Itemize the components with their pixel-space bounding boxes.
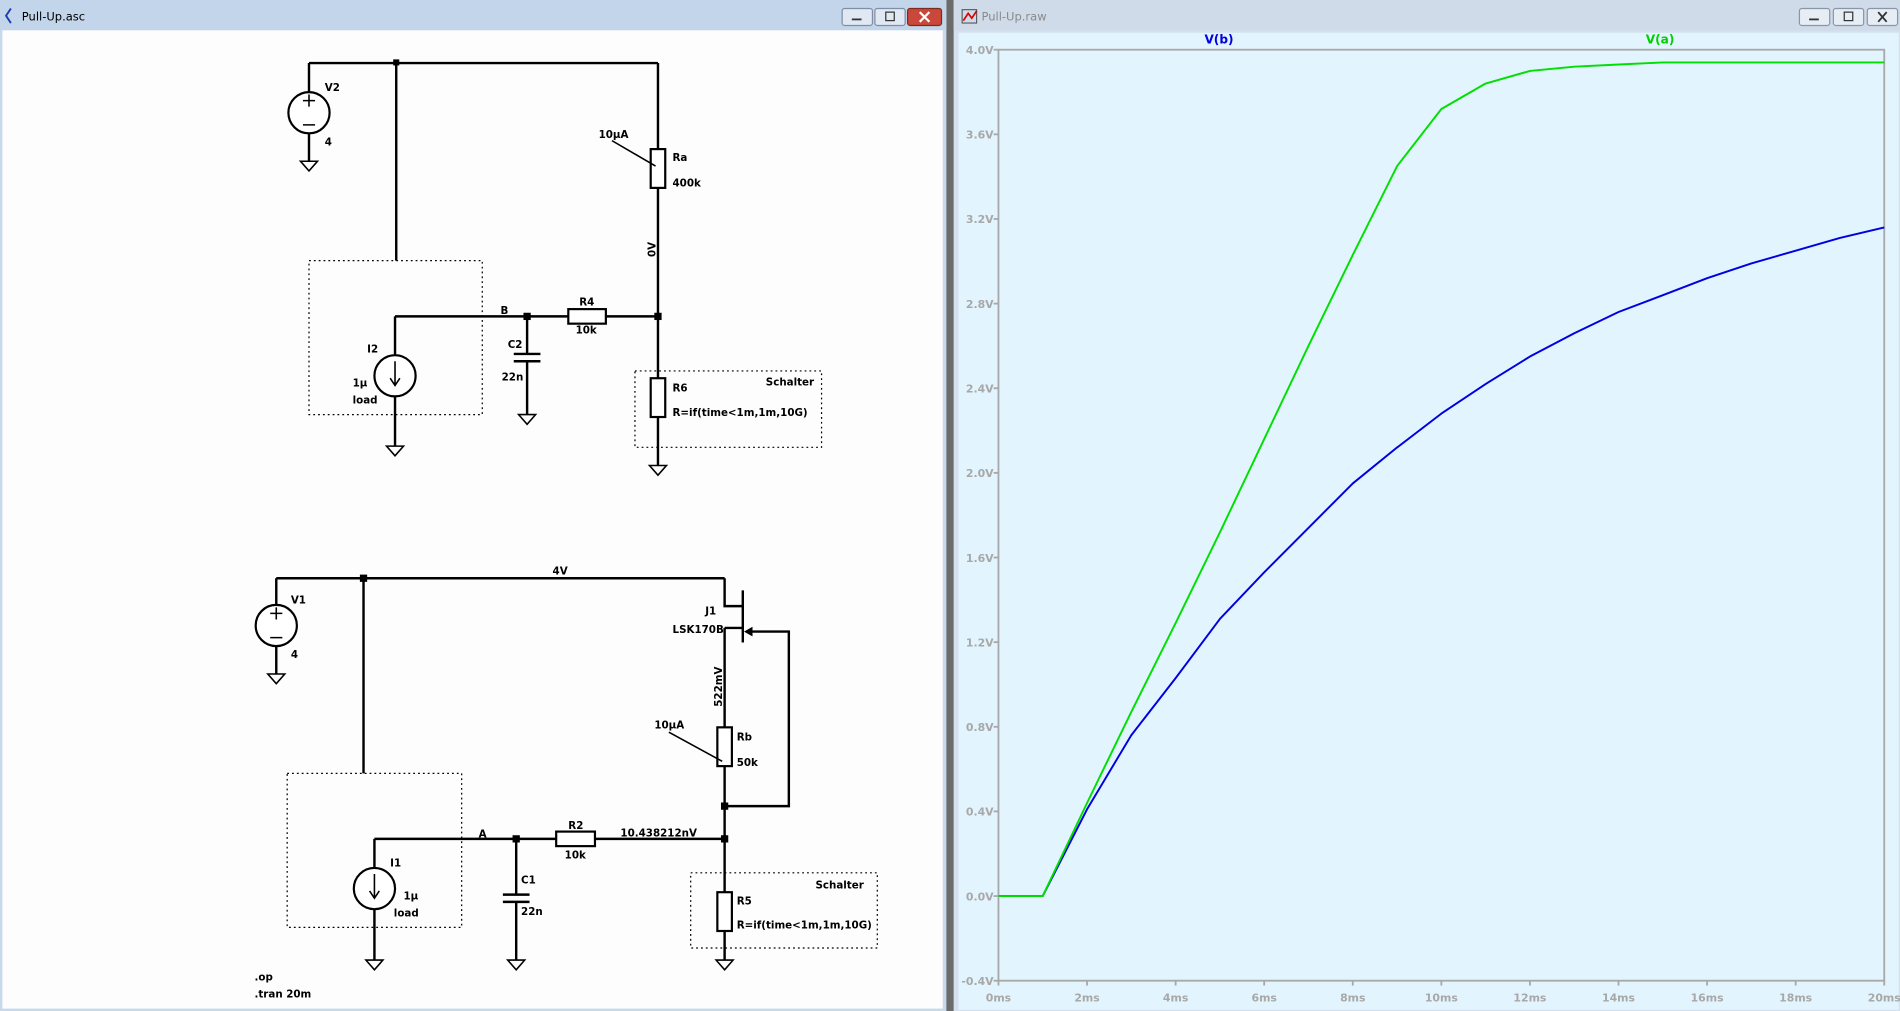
node-a-label: A: [479, 829, 487, 841]
r5-value: R=if(time<1m,1m,10G): [737, 920, 872, 932]
switch-label: Schalter: [815, 880, 864, 892]
desktop: Pull-Up.asc V2 4 I2 1µ load B C2 22n R4 …: [0, 0, 1900, 1011]
close-button[interactable]: [1866, 7, 1899, 27]
junction-dot: [720, 835, 729, 843]
switch-label: Schalter: [766, 376, 815, 388]
x-tick-label: 8ms: [1340, 991, 1365, 1004]
y-tick-label: 4.0V: [966, 44, 994, 57]
restore-button[interactable]: [874, 7, 906, 27]
y-tick-label: -0.4V: [961, 975, 994, 988]
minimize-button[interactable]: [1798, 7, 1831, 27]
r2-resistor[interactable]: [555, 830, 597, 848]
i2-current-source[interactable]: [373, 354, 417, 398]
restore-button[interactable]: [1832, 7, 1865, 27]
waveform-titlebar[interactable]: [953, 0, 1900, 31]
rb-current-label: 10µA: [654, 720, 684, 732]
x-tick-label: 18ms: [1779, 991, 1812, 1004]
i1-current-source[interactable]: [352, 866, 397, 911]
ra-node-voltage: 0V: [647, 242, 659, 257]
v1-value: 4: [291, 649, 298, 661]
v2-value: 4: [325, 136, 332, 148]
rb-label: Rb: [737, 732, 752, 744]
v2-voltage-source[interactable]: [287, 91, 331, 135]
y-tick-label: 0.4V: [966, 806, 994, 819]
junction-dot: [523, 312, 531, 321]
junction-dot: [720, 802, 729, 810]
x-tick-label: 10ms: [1425, 991, 1458, 1004]
close-button[interactable]: [906, 7, 943, 27]
y-tick-label: 2.0V: [966, 467, 994, 480]
r6-value: R=if(time<1m,1m,10G): [673, 407, 808, 419]
junction-dot: [654, 312, 662, 321]
source-voltage-label: 522mV: [713, 666, 725, 706]
plot-pane[interactable]: [958, 32, 1899, 1010]
waveform-window-title: Pull-Up.raw: [982, 10, 1047, 24]
x-tick-label: 0ms: [986, 991, 1011, 1004]
x-tick-label: 2ms: [1074, 991, 1099, 1004]
r6-resistor[interactable]: [649, 377, 667, 419]
ra-current-label: 10µA: [599, 129, 629, 141]
y-tick-label: 0.8V: [966, 721, 994, 734]
rb-value: 50k: [737, 757, 759, 769]
i2-load-label: load: [353, 395, 378, 407]
y-tick-label: 1.2V: [966, 636, 994, 649]
x-tick-label: 12ms: [1513, 991, 1546, 1004]
j1-label[interactable]: J1: [704, 606, 716, 618]
junction-dot: [359, 574, 368, 582]
x-tick-label: 14ms: [1602, 991, 1635, 1004]
junction-dot: [393, 59, 400, 66]
y-tick-label: 3.6V: [966, 129, 994, 142]
waveform-window: Pull-Up.raw 4.0V 3.6V 3.2V 2.8V 2.4V 2.0V 1.6V…: [953, 0, 1900, 1011]
node-voltage-label: 10.438212nV: [620, 827, 697, 839]
y-tick-label: 3.2V: [966, 213, 994, 226]
legend-vb[interactable]: V(b): [1204, 33, 1233, 47]
ra-label: Ra: [673, 152, 688, 164]
v1-label: V1: [291, 595, 306, 607]
r4-resistor[interactable]: [567, 308, 607, 325]
c2-label: C2: [508, 339, 523, 351]
rail-voltage-label: 4V: [553, 566, 568, 578]
j1-model: LSK170B: [673, 624, 724, 636]
i1-load-label: load: [394, 907, 419, 919]
x-tick-label: 16ms: [1691, 991, 1724, 1004]
r4-value: 10k: [576, 324, 598, 336]
r2-value: 10k: [565, 849, 587, 861]
c1-value: 22n: [521, 906, 543, 918]
y-tick-label: 2.4V: [966, 382, 994, 395]
tran-directive[interactable]: .tran 20m: [254, 989, 311, 1001]
i1-label: I1: [390, 858, 401, 870]
x-tick-label: 4ms: [1163, 991, 1188, 1004]
schematic-canvas[interactable]: [2, 30, 943, 1009]
legend-va[interactable]: V(a): [1646, 33, 1675, 47]
node-b-label: B: [500, 305, 508, 317]
c1-label: C1: [521, 875, 536, 887]
ra-resistor[interactable]: [649, 148, 667, 189]
y-tick-label: 2.8V: [966, 298, 994, 311]
schematic-window: Pull-Up.asc: [0, 0, 947, 1011]
y-tick-label: 1.6V: [966, 552, 994, 565]
schematic-window-title: Pull-Up.asc: [22, 10, 85, 24]
i1-value: 1µ: [404, 890, 419, 902]
x-tick-label: 6ms: [1251, 991, 1276, 1004]
v2-label: V2: [325, 82, 340, 94]
c2-value: 22n: [502, 372, 524, 384]
junction-dot: [512, 835, 520, 843]
r5-resistor[interactable]: [716, 891, 733, 933]
x-tick-label: 20ms: [1868, 991, 1900, 1004]
r6-label: R6: [673, 383, 688, 395]
y-tick-label: 0.0V: [966, 890, 994, 903]
minimize-button[interactable]: [841, 7, 874, 27]
i2-value: 1µ: [353, 378, 368, 390]
r5-label: R5: [737, 895, 752, 907]
v1-voltage-source[interactable]: [254, 603, 298, 648]
op-directive[interactable]: .op: [254, 972, 272, 984]
schematic-titlebar[interactable]: [0, 0, 947, 31]
i2-label: I2: [367, 344, 378, 356]
ra-value: 400k: [673, 178, 702, 190]
r4-label: R4: [579, 296, 594, 308]
r2-label: R2: [568, 820, 583, 832]
